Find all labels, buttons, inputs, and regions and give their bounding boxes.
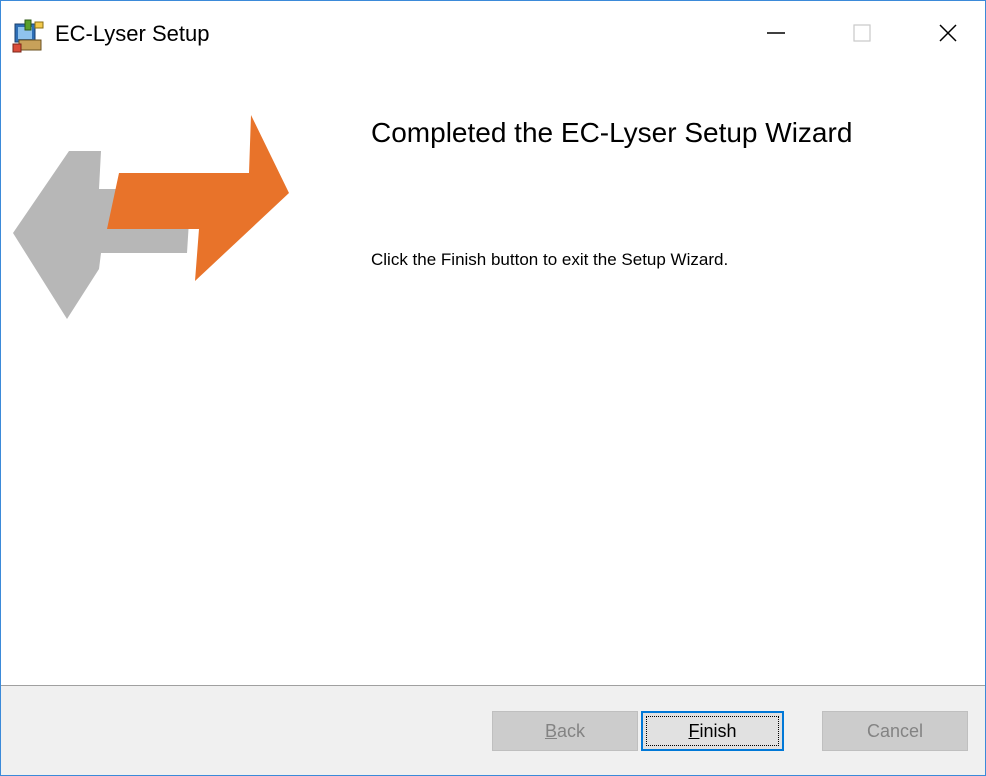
maximize-button[interactable] [819, 1, 905, 69]
window-title: EC-Lyser Setup [55, 21, 210, 46]
maximize-icon [852, 23, 872, 48]
swap-arrows-graphic [11, 111, 293, 321]
minimize-button[interactable] [733, 1, 819, 69]
finish-label-rest: inish [699, 720, 737, 741]
back-label-rest: ack [557, 720, 586, 741]
cancel-button[interactable]: Cancel [822, 711, 968, 751]
finish-button-label: Finish [688, 721, 736, 742]
back-button-label: Back [545, 721, 585, 742]
close-icon [938, 23, 958, 48]
back-mnemonic: B [544, 720, 557, 741]
button-bar: Back Finish Cancel [1, 686, 985, 775]
minimize-icon [766, 23, 786, 48]
setup-window: EC-Lyser Setup Completed the EC-Lyser Se… [0, 0, 986, 776]
cancel-button-label: Cancel [866, 720, 924, 741]
finish-mnemonic: F [688, 720, 700, 741]
wizard-content: Completed the EC-Lyser Setup Wizard Clic… [1, 69, 985, 685]
title-bar[interactable]: EC-Lyser Setup [1, 1, 985, 69]
page-title: Completed the EC-Lyser Setup Wizard [371, 117, 853, 148]
finish-button[interactable]: Finish [641, 711, 784, 751]
close-button[interactable] [905, 1, 986, 69]
instruction-text: Click the Finish button to exit the Setu… [371, 250, 729, 269]
back-button[interactable]: Back [492, 711, 638, 751]
installer-icon [11, 18, 47, 54]
